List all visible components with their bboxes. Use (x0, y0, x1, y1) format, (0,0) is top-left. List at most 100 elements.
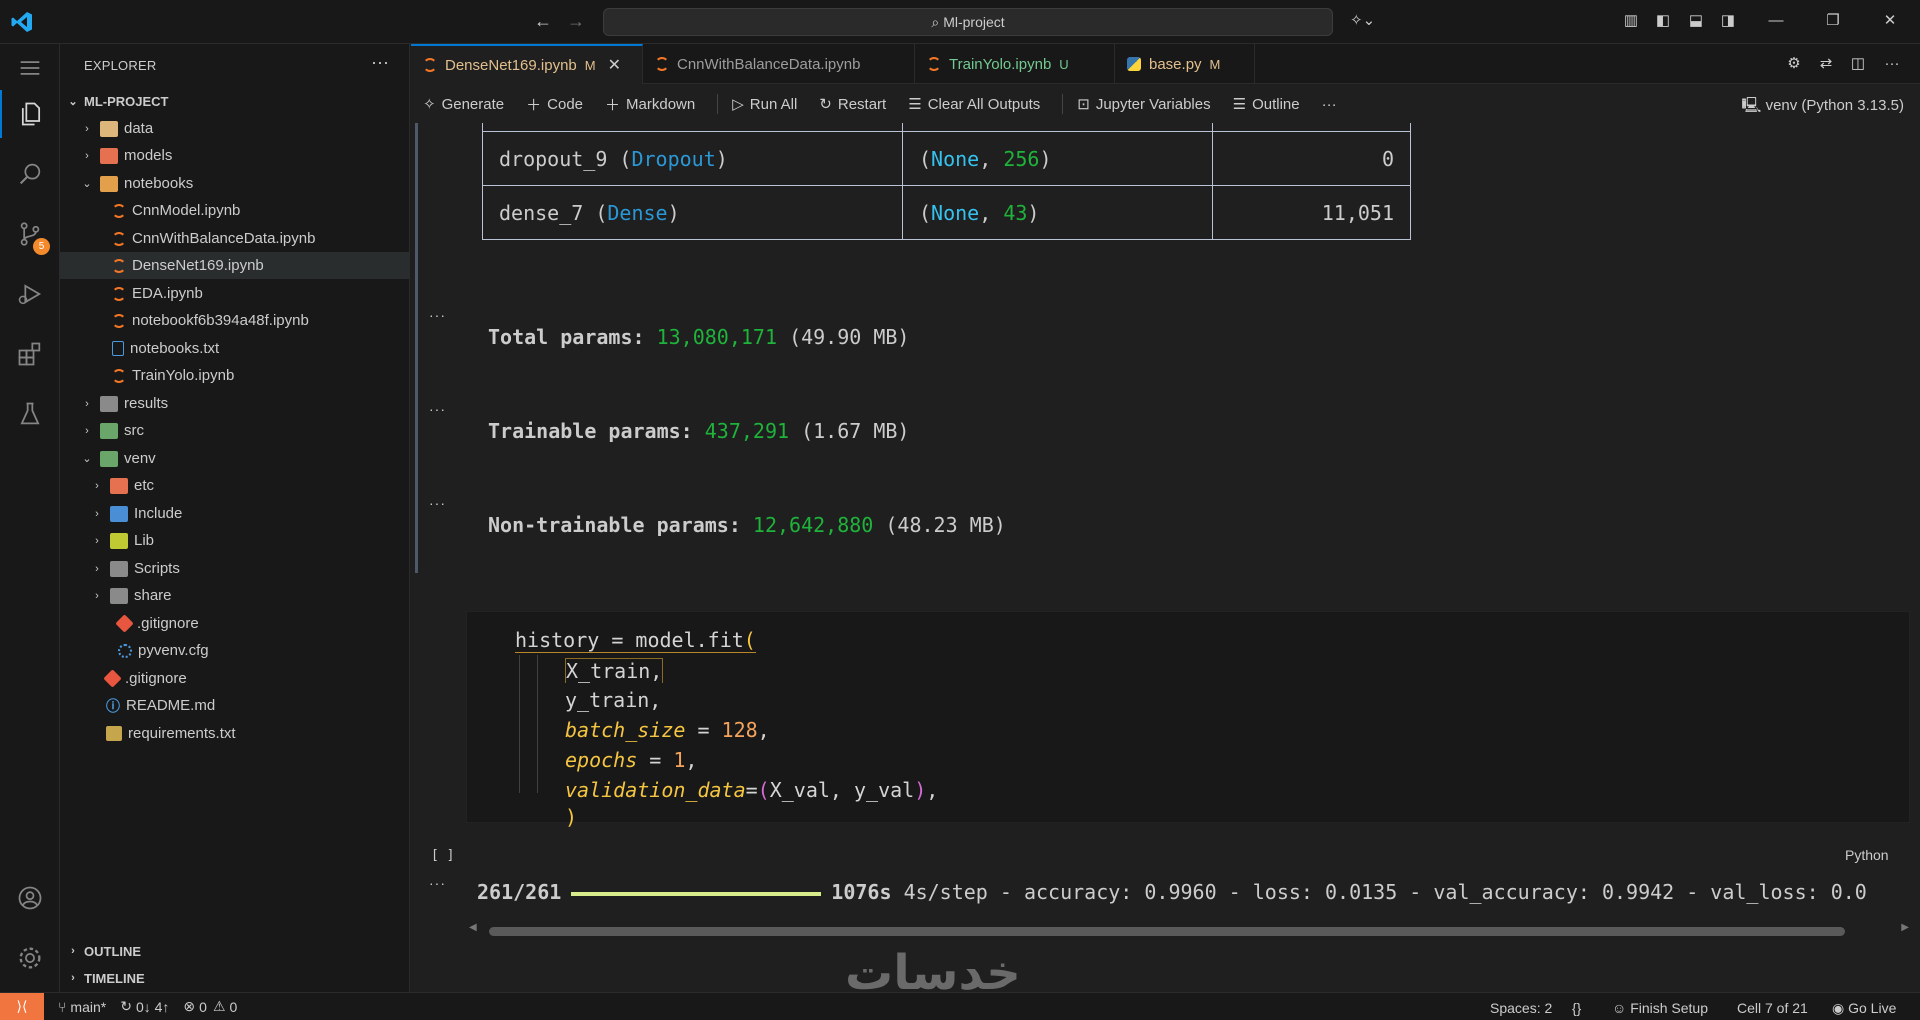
output-horizontal-scrollbar[interactable]: ◀ ▶ (469, 922, 1909, 937)
chevron-right-icon: › (85, 149, 89, 162)
tab-base-py[interactable]: base.py M (1115, 44, 1255, 84)
param-count-cell: 0 (1212, 131, 1411, 186)
finish-setup-button[interactable]: ☺ Finish Setup (1612, 1000, 1708, 1016)
language-status-braces[interactable]: {} (1572, 1000, 1581, 1016)
chevron-right-icon: › (95, 479, 99, 492)
explorer-more-icon[interactable]: ··· (371, 52, 389, 73)
outline-button[interactable]: ☰ Outline (1233, 95, 1300, 114)
plus-icon: ＋ (526, 96, 542, 114)
copilot-icon[interactable]: ✧⌄ (1350, 10, 1375, 32)
more-actions-icon[interactable]: ··· (1881, 53, 1903, 75)
minimize-icon[interactable]: — (1765, 10, 1787, 32)
tab-densenet169[interactable]: DenseNet169.ipynb M ✕ (411, 44, 643, 84)
tree-item-include[interactable]: › Include (60, 500, 410, 527)
search-icon[interactable] (0, 150, 60, 198)
project-root[interactable]: ⌄ ML-PROJECT (60, 88, 410, 115)
output-more-icon[interactable]: ··· (429, 495, 446, 511)
scripts-folder-icon (110, 560, 128, 577)
run-debug-icon[interactable] (0, 270, 60, 318)
output-more-icon[interactable]: ··· (429, 401, 446, 417)
settings-gear-icon[interactable]: ⚙ (1783, 53, 1805, 75)
tree-item-gitignore[interactable]: .gitignore (60, 665, 410, 692)
tree-item-etc[interactable]: › etc (60, 472, 410, 499)
indentation-indicator[interactable]: Spaces: 2 (1490, 1000, 1552, 1016)
run-all-button[interactable]: ▷ Run All (732, 95, 797, 114)
tree-item-results[interactable]: › results (60, 390, 410, 417)
code-cell[interactable]: history = model.fit( X_train, y_train, b… (466, 611, 1910, 829)
testing-flask-icon[interactable] (0, 390, 60, 438)
tree-item-pyvenv[interactable]: pyvenv.cfg (60, 637, 410, 664)
manage-gear-icon[interactable] (0, 934, 60, 982)
tree-item-venv[interactable]: ⌄ venv (60, 445, 410, 472)
tree-item-notebooks-txt[interactable]: notebooks.txt (60, 335, 410, 362)
tree-item-cnnwithbalancedata[interactable]: CnnWithBalanceData.ipynb (60, 225, 410, 252)
explorer-icon[interactable] (0, 90, 60, 138)
split-editor-icon[interactable]: ◫ (1847, 53, 1869, 75)
close-tab-icon[interactable]: ✕ (608, 55, 621, 75)
tree-item-venv-gitignore[interactable]: .gitignore (60, 610, 410, 637)
cell-indicator[interactable]: Cell 7 of 21 (1737, 1000, 1808, 1016)
tree-item-share[interactable]: › share (60, 582, 410, 609)
add-code-button[interactable]: ＋ Code (526, 94, 583, 115)
problems-indicator[interactable]: ⊗ 0 ⚠ 0 (183, 998, 237, 1015)
compare-changes-icon[interactable]: ⇄ (1815, 53, 1837, 75)
toggle-panel-icon[interactable]: ⬓ (1685, 10, 1707, 32)
tree-item-scripts[interactable]: › Scripts (60, 555, 410, 582)
restore-icon[interactable]: ❐ (1822, 10, 1844, 32)
restart-icon: ↻ (819, 96, 832, 113)
scroll-right-icon[interactable]: ▶ (1901, 922, 1909, 933)
tree-item-lib[interactable]: › Lib (60, 527, 410, 554)
chevron-down-icon: ⌄ (82, 453, 92, 465)
output-more-icon[interactable]: ··· (429, 875, 446, 891)
close-window-icon[interactable]: ✕ (1879, 10, 1901, 32)
branch-indicator[interactable]: ⑂ main* (58, 999, 106, 1015)
source-control-icon[interactable]: 5 (0, 210, 60, 258)
tree-item-models[interactable]: › models (60, 142, 410, 169)
epoch-progress-bar (571, 891, 822, 896)
chevron-right-icon: › (71, 972, 75, 984)
output-shape-cell: (None, 43) (902, 185, 1213, 240)
tab-trainyolo[interactable]: TrainYolo.ipynb U (915, 44, 1115, 84)
tree-item-eda[interactable]: EDA.ipynb (60, 280, 410, 307)
customize-layout-icon[interactable]: ▥ (1620, 10, 1642, 32)
outline-section[interactable]: › OUTLINE (60, 938, 410, 964)
restart-button[interactable]: ↻ Restart (819, 95, 886, 114)
menu-icon[interactable] (0, 44, 60, 92)
tree-item-readme[interactable]: ⓘ README.md (60, 692, 410, 719)
go-live-button[interactable]: ◉ Go Live (1832, 1000, 1896, 1017)
search-label: Ml-project (943, 14, 1005, 30)
tree-item-trainyolo[interactable]: TrainYolo.ipynb (60, 362, 410, 389)
back-arrow-icon[interactable]: ← (534, 11, 552, 32)
scroll-left-icon[interactable]: ◀ (469, 922, 477, 933)
forward-arrow-icon[interactable]: → (567, 11, 585, 32)
tab-cnnwithbalancedata[interactable]: CnnWithBalanceData.ipynb (643, 44, 915, 84)
tree-item-label: DenseNet169.ipynb (132, 257, 264, 274)
toggle-secondary-sidebar-icon[interactable]: ◨ (1717, 10, 1739, 32)
tree-item-densenet169[interactable]: DenseNet169.ipynb (60, 252, 410, 279)
command-center-search[interactable]: ⌕ Ml-project (603, 8, 1333, 36)
accounts-icon[interactable] (0, 874, 60, 922)
run-all-icon: ▷ (732, 96, 744, 113)
tree-item-notebookf6b[interactable]: notebookf6b394a48f.ipynb (60, 307, 410, 334)
extensions-icon[interactable] (0, 330, 60, 378)
tree-item-src[interactable]: › src (60, 417, 410, 444)
toggle-primary-sidebar-icon[interactable]: ◧ (1652, 10, 1674, 32)
jupyter-variables-button[interactable]: ⊡ Jupyter Variables (1077, 95, 1210, 114)
tree-item-notebooks[interactable]: ⌄ notebooks (60, 170, 410, 197)
scrollbar-thumb[interactable] (489, 927, 1845, 936)
timeline-section[interactable]: › TIMELINE (60, 965, 410, 991)
add-markdown-button[interactable]: ＋ Markdown (605, 94, 695, 115)
sync-indicator[interactable]: ↻ 0↓ 4↑ (120, 998, 169, 1015)
kernel-picker[interactable]: 🖳 venv (Python 3.13.5) (1741, 95, 1904, 120)
tree-item-cnnmodel[interactable]: CnnModel.ipynb (60, 197, 410, 224)
cell-language-label[interactable]: Python (1845, 847, 1889, 863)
remote-indicator-icon[interactable]: ⟩⟨ (0, 993, 44, 1020)
error-icon: ⊗ (183, 998, 196, 1014)
execution-count[interactable]: [ ] (431, 848, 454, 863)
tree-item-requirements[interactable]: requirements.txt (60, 720, 410, 747)
toolbar-more-button[interactable]: ··· (1322, 96, 1337, 113)
generate-button[interactable]: ✧ Generate (423, 95, 504, 114)
tree-item-data[interactable]: › data (60, 115, 410, 142)
clear-outputs-button[interactable]: ☰ Clear All Outputs (908, 95, 1040, 114)
output-more-icon[interactable]: ··· (429, 307, 446, 323)
